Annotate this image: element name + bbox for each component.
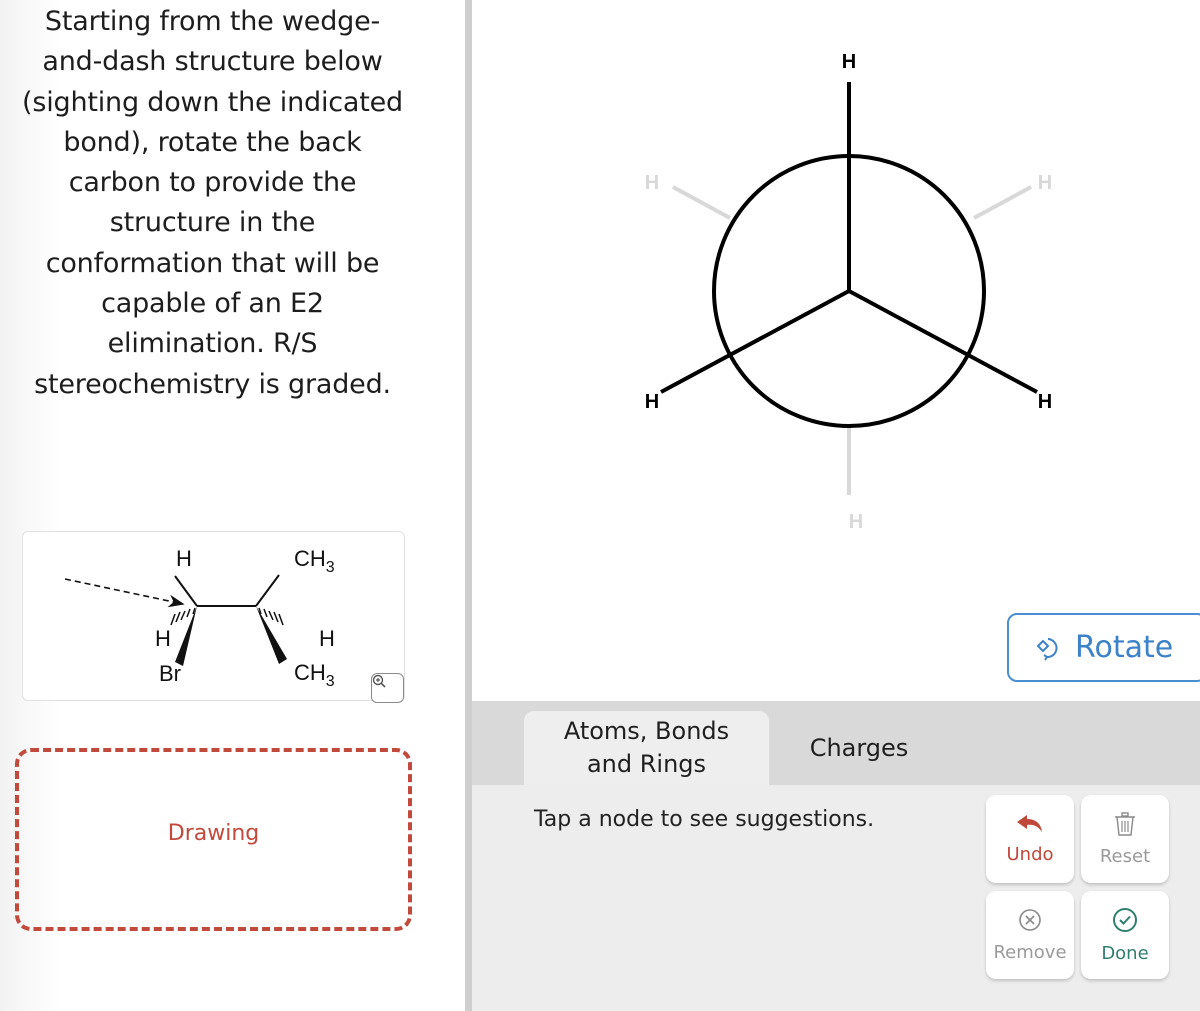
undo-label: Undo [1006, 843, 1054, 865]
back-wedge-bond [256, 606, 287, 664]
question-panel: Starting from the wedge- and-dash struct… [0, 0, 465, 1011]
reset-button[interactable]: Reset [1081, 795, 1169, 883]
back-atom-upper-left[interactable]: H [645, 172, 659, 194]
undo-arrow-icon [1017, 814, 1042, 832]
front-wedge-label: Br [159, 661, 181, 686]
remove-button[interactable]: Remove [986, 891, 1074, 979]
question-line: Starting from the wedge- [44, 6, 381, 37]
tab-charges-label: Charges [809, 733, 909, 762]
rotate-label: Rotate [1075, 630, 1174, 665]
back-top-label: CH3 [294, 546, 335, 576]
undo-button[interactable]: Undo [986, 795, 1074, 883]
circle-check-icon [1113, 907, 1137, 932]
question-line: (sighting down the indicated [22, 86, 403, 118]
sighting-arrow [64, 578, 185, 608]
zoom-in-icon [372, 674, 386, 688]
question-line: stereochemistry is graded. [34, 368, 391, 400]
question-line: and-dash structure below [42, 46, 383, 78]
back-atom-upper-right[interactable]: H [1038, 172, 1052, 194]
done-button[interactable]: Done [1081, 891, 1169, 979]
tab-charges[interactable]: Charges [769, 711, 949, 785]
front-atom-lower-right[interactable]: H [1038, 391, 1052, 413]
front-top-label: H [176, 546, 192, 571]
tab-bar: Atoms, Bonds and Rings Charges [472, 701, 1200, 785]
tools-area: Tap a node to see suggestions. Undo Rese… [472, 785, 1200, 1011]
front-atom-top[interactable]: H [842, 51, 856, 73]
remove-label: Remove [993, 941, 1067, 963]
back-bond-upper-right[interactable] [973, 185, 1032, 220]
structure-drawing: H H Br CH3 H CH3 [64, 546, 335, 690]
newman-projection: H H H H H H [645, 51, 1052, 533]
hint-text: Tap a node to see suggestions. [534, 807, 875, 832]
front-bond-lower-right[interactable] [848, 289, 1038, 394]
circle-x-icon [1019, 908, 1041, 931]
panel-divider [465, 0, 472, 1011]
drawing-drop-zone[interactable]: Drawing [15, 748, 412, 931]
front-dash-label: H [155, 626, 171, 651]
back-wedge-label: CH3 [294, 660, 335, 690]
front-top-bond [174, 575, 198, 607]
back-top-bond [255, 574, 280, 607]
question-text: Starting from the wedge- and-dash struct… [0, 2, 425, 405]
question-line: structure in the [109, 207, 316, 239]
question-line: conformation that will be [45, 247, 380, 279]
front-bond-lower-left[interactable] [660, 289, 850, 394]
question-line: bond), rotate the back [63, 126, 362, 158]
back-atom-bottom[interactable]: H [849, 511, 863, 533]
zoom-structure-button[interactable] [371, 673, 404, 703]
tab-label-line2: and Rings [586, 750, 707, 778]
wedge-dash-structure: H H Br CH3 H CH3 [22, 531, 405, 703]
trash-icon [1115, 811, 1135, 836]
question-line: elimination. R/S [107, 328, 318, 360]
rotate-button[interactable]: Rotate [1007, 613, 1200, 682]
workspace-panel: H H H H H H Rotate Atoms, Bonds and Ring… [472, 0, 1200, 1011]
drawing-label: Drawing [167, 821, 260, 846]
back-dash-label: H [319, 626, 335, 651]
reset-label: Reset [1099, 845, 1151, 867]
done-label: Done [1101, 942, 1149, 964]
front-atom-lower-left[interactable]: H [645, 391, 659, 413]
tab-label-line1: Atoms, Bonds [563, 717, 730, 745]
question-line: capable of an E2 [101, 288, 324, 320]
tab-atoms-bonds-rings[interactable]: Atoms, Bonds and Rings [524, 711, 769, 785]
rotate-icon [1036, 637, 1058, 661]
back-bond-upper-left[interactable] [672, 185, 731, 220]
question-line: carbon to provide the [68, 167, 357, 199]
